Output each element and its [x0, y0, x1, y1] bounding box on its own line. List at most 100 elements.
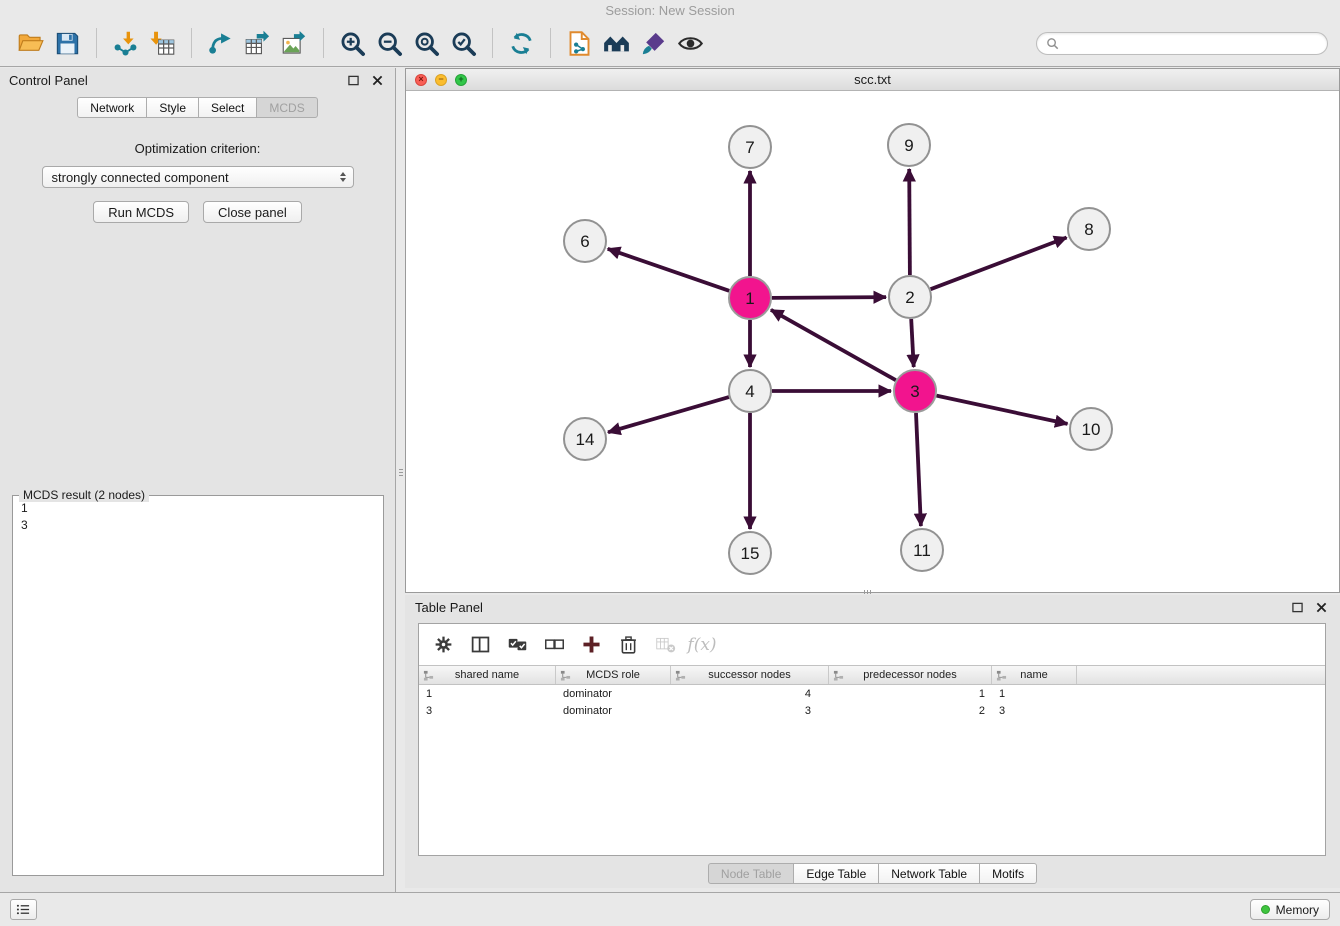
delete-columns-button[interactable] [613, 630, 643, 660]
column-header-predecessor-nodes[interactable]: predecessor nodes [829, 666, 992, 684]
zoom-in-button[interactable] [334, 25, 371, 62]
import-network-button[interactable] [107, 25, 144, 62]
tab-node-table[interactable]: Node Table [708, 863, 795, 884]
graph-edge-3-1[interactable] [771, 310, 896, 380]
graph-node-11[interactable]: 11 [901, 529, 943, 571]
close-window-button[interactable]: × [415, 74, 427, 86]
zoom-out-button[interactable] [371, 25, 408, 62]
close-panel-button[interactable] [369, 72, 386, 89]
export-network-button[interactable] [202, 25, 239, 62]
graph-edge-1-2[interactable] [772, 297, 886, 298]
close-icon [372, 75, 383, 86]
export-image-button[interactable] [276, 25, 313, 62]
refresh-view-button[interactable] [503, 25, 540, 62]
table-row[interactable]: 3dominator323 [419, 702, 1325, 719]
column-header-label: successor nodes [708, 669, 791, 681]
toolbar-search[interactable] [1036, 32, 1328, 55]
graph-edge-2-9[interactable] [909, 169, 910, 275]
column-header-shared-name[interactable]: shared name [419, 666, 556, 684]
zoom-window-button[interactable]: + [455, 74, 467, 86]
column-header-MCDS-role[interactable]: MCDS role [556, 666, 671, 684]
graph-edge-3-11[interactable] [916, 413, 921, 526]
table-row[interactable]: 1dominator411 [419, 685, 1325, 702]
tab-mcds[interactable]: MCDS [256, 97, 317, 118]
toolbar-separator [96, 28, 97, 58]
open-network-document-button[interactable] [561, 25, 598, 62]
zoom-selected-button[interactable] [445, 25, 482, 62]
control-panel-title: Control Panel [9, 73, 338, 88]
table-cell: 1 [992, 688, 1077, 700]
graph-node-15[interactable]: 15 [729, 532, 771, 574]
mcds-result-title: MCDS result (2 nodes) [19, 488, 149, 502]
tab-network-table[interactable]: Network Table [878, 863, 980, 884]
create-column-button[interactable] [576, 630, 606, 660]
eye-icon [677, 30, 704, 57]
open-file-button[interactable] [12, 25, 49, 62]
memory-button[interactable]: Memory [1250, 899, 1330, 920]
graph-node-3[interactable]: 3 [894, 370, 936, 412]
network-graph[interactable]: 7 9 6 8 1 2 4 3 14 10 15 11 [406, 91, 1339, 591]
float-panel-button[interactable] [345, 72, 362, 89]
select-all-icon [507, 634, 528, 655]
column-header-name[interactable]: name [992, 666, 1077, 684]
table-toolbar: f(x) [419, 624, 1325, 665]
main-toolbar [0, 20, 1340, 67]
tab-style[interactable]: Style [146, 97, 199, 118]
graph-node-10[interactable]: 10 [1070, 408, 1112, 450]
tab-network[interactable]: Network [77, 97, 147, 118]
traffic-lights: × − + [415, 69, 467, 90]
graph-node-4[interactable]: 4 [729, 370, 771, 412]
import-table-button[interactable] [144, 25, 181, 62]
tab-edge-table[interactable]: Edge Table [793, 863, 879, 884]
network-document-icon [566, 30, 593, 57]
float-table-panel-button[interactable] [1289, 599, 1306, 616]
column-header-successor-nodes[interactable]: successor nodes [671, 666, 829, 684]
graph-edge-2-3[interactable] [911, 319, 914, 367]
optimization-criterion-select[interactable]: strongly connected component [42, 166, 354, 188]
graph-edge-2-8[interactable] [931, 238, 1067, 290]
home-button[interactable] [598, 25, 635, 62]
minimize-window-button[interactable]: − [435, 74, 447, 86]
graph-node-14[interactable]: 14 [564, 418, 606, 460]
table-settings-button[interactable] [428, 630, 458, 660]
graph-node-8[interactable]: 8 [1068, 208, 1110, 250]
task-history-button[interactable] [10, 899, 37, 920]
run-mcds-button[interactable]: Run MCDS [93, 201, 189, 223]
export-table-button[interactable] [239, 25, 276, 62]
graph-node-9[interactable]: 9 [888, 124, 930, 166]
show-column-panel-button[interactable] [465, 630, 495, 660]
column-header-filler [1077, 666, 1325, 684]
close-table-panel-button[interactable] [1313, 599, 1330, 616]
select-all-button[interactable] [502, 630, 532, 660]
column-type-icon [833, 670, 844, 681]
vertical-splitter-grip[interactable] [397, 463, 405, 481]
graph-edge-1-6[interactable] [608, 249, 730, 291]
show-graphics-details-button[interactable] [672, 25, 709, 62]
deselect-all-button[interactable] [539, 630, 569, 660]
graph-node-1[interactable]: 1 [729, 277, 771, 319]
column-header-label: MCDS role [586, 669, 640, 681]
table-panel-title: Table Panel [415, 600, 1282, 615]
delete-table-button[interactable] [650, 630, 680, 660]
search-input[interactable] [1064, 35, 1318, 51]
table-cell: 1 [419, 688, 556, 700]
function-builder-button[interactable]: f(x) [687, 630, 717, 660]
tab-select[interactable]: Select [198, 97, 257, 118]
save-session-button[interactable] [49, 25, 86, 62]
columns-icon [470, 634, 491, 655]
deselect-all-icon [544, 634, 565, 655]
graph-edge-3-10[interactable] [937, 396, 1068, 424]
window-titlebar: Session: New Session [0, 0, 1340, 20]
close-mcds-panel-button[interactable]: Close panel [203, 201, 302, 223]
style-brush-button[interactable] [635, 25, 672, 62]
svg-text:14: 14 [576, 430, 595, 449]
zoom-fit-button[interactable] [408, 25, 445, 62]
graph-edge-4-14[interactable] [608, 397, 729, 432]
svg-text:1: 1 [745, 289, 754, 308]
tab-motifs[interactable]: Motifs [979, 863, 1037, 884]
status-bar: Memory [0, 892, 1340, 926]
table-cell: dominator [556, 688, 671, 700]
graph-node-2[interactable]: 2 [889, 276, 931, 318]
graph-node-6[interactable]: 6 [564, 220, 606, 262]
graph-node-7[interactable]: 7 [729, 126, 771, 168]
